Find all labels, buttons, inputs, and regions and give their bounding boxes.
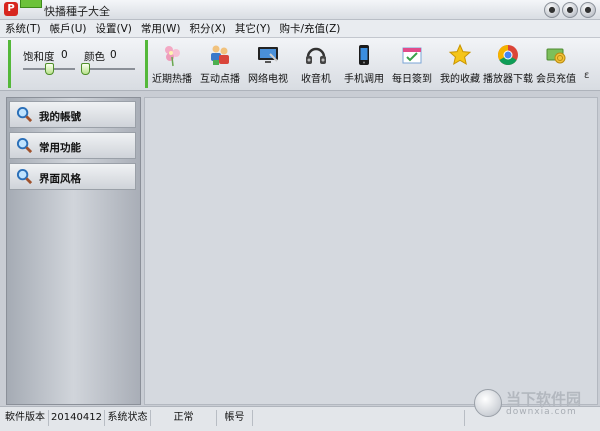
sidebar-item-label: 常用功能 [39,142,81,154]
sidebar-item-label: 我的帳號 [39,111,81,123]
menu-common[interactable]: 常用(W) [136,21,185,36]
saturation-label: 饱和度 [23,51,55,63]
star-icon [448,43,472,66]
tv-icon [258,47,278,63]
flower-icon [165,46,180,67]
account-value [252,410,464,426]
saturation-slider-thumb[interactable] [45,63,54,75]
interactive-vod-button[interactable]: 互动点播 [196,40,244,88]
mobile-call-button[interactable]: 手机调用 [340,40,388,88]
sidebar-item-common-functions[interactable]: 常用功能 [9,132,136,159]
magnifier-icon [16,106,33,123]
menu-system[interactable]: 系统(T) [0,21,45,36]
saturation-value: 0 [61,49,68,61]
close-button[interactable]: ● [580,2,596,18]
watermark-subtext: downxia.com [506,407,577,417]
phone-icon [359,45,369,65]
title-bar: P 快播種子大全 ● ● ● [0,0,600,20]
daily-checkin-button[interactable]: 每日簽到 [388,40,436,88]
minimize-button[interactable]: ● [544,2,560,18]
watermark-logo-icon [474,389,502,417]
skin-tab-icon[interactable] [20,0,42,8]
people-icon [211,45,229,65]
coins-icon [546,48,566,64]
main-content-area [144,97,598,405]
watermark-text: 当下软件园 [506,390,582,408]
menu-account[interactable]: 帳戶(U) [45,21,91,36]
version-value: 20140412 [48,410,104,426]
menu-bar: 系统(T) 帳戶(U) 设置(V) 常用(W) 积分(X) 其它(Y) 购卡/充… [0,20,600,38]
color-slider-thumb[interactable] [81,63,90,75]
member-recharge-button[interactable]: 会员充值 [532,40,580,88]
toolbar: 饱和度 0 颜色 0 近期热播 互动点播 网络电视 收音机 手机调用 每日簽到 … [0,38,600,91]
menu-settings[interactable]: 设置(V) [91,21,136,36]
network-tv-button[interactable]: 网络电视 [244,40,292,88]
sidebar-item-label: 界面风格 [39,173,81,185]
headphones-icon [306,47,326,64]
sidebar: 我的帳號 常用功能 界面风格 [6,97,141,405]
calendar-icon [402,47,422,64]
chrome-icon [498,45,518,65]
toolbar-more-button[interactable]: ε [584,70,589,81]
system-status-label: 系统状态 [104,410,150,426]
magnifier-icon [16,137,33,154]
system-status-value: 正常 [150,410,216,426]
sidebar-item-my-account[interactable]: 我的帳號 [9,101,136,128]
app-logo-icon[interactable]: P [4,2,18,16]
account-label: 帳号 [216,410,252,426]
window-controls: ● ● ● [544,2,596,18]
adjustment-panel: 饱和度 0 颜色 0 [8,40,148,88]
member-recharge-label: 会员充值 [536,74,576,85]
player-download-button[interactable]: 播放器下载 [483,40,533,88]
maximize-button[interactable]: ● [562,2,578,18]
toolbar-buttons: 近期热播 互动点播 网络电视 收音机 手机调用 每日簽到 我的收藏 播放器下载 … [148,40,580,88]
color-value: 0 [110,49,117,61]
menu-purchase[interactable]: 购卡/充值(Z) [274,21,344,36]
menu-other[interactable]: 其它(Y) [230,21,275,36]
color-label: 颜色 [84,51,105,63]
version-label: 軟件版本 [5,412,45,423]
radio-button[interactable]: 收音机 [292,40,340,88]
my-favorites-button[interactable]: 我的收藏 [436,40,484,88]
recent-hot-button[interactable]: 近期热播 [148,40,196,88]
window-title: 快播種子大全 [44,5,110,18]
magnifier-icon [16,168,33,185]
sidebar-item-interface-style[interactable]: 界面风格 [9,163,136,190]
menu-points[interactable]: 积分(X) [184,21,229,36]
